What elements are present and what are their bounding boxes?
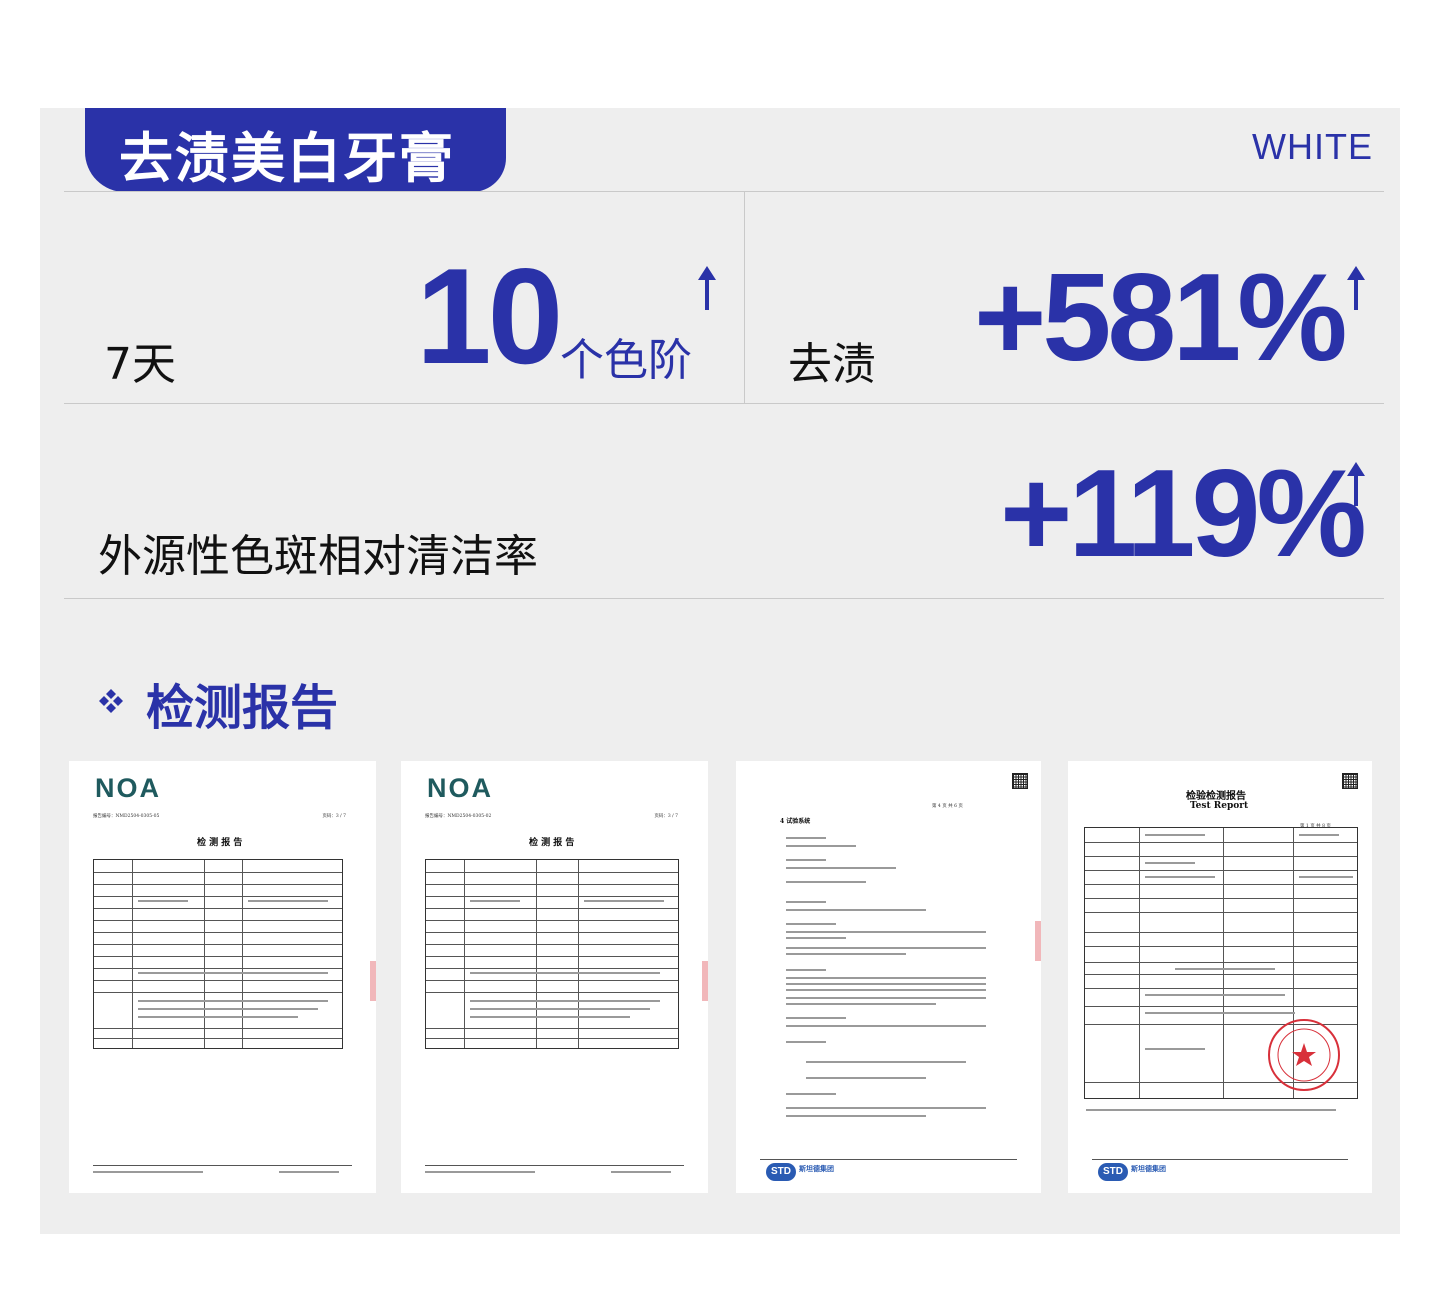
title-tab: 去渍美白牙膏 <box>85 108 506 192</box>
reports-title: 检测报告 <box>146 680 339 736</box>
report-heading: 检 测 报 告 <box>197 838 243 848</box>
org-logo: STD 斯坦德集团 <box>1098 1163 1166 1181</box>
stat-label-days: 7天 <box>104 339 176 390</box>
report-number: 报告编号：NMD2504-0305-05 <box>93 814 160 819</box>
qr-code-icon <box>1012 773 1028 789</box>
red-seal-icon <box>702 961 708 1001</box>
std-badge: STD <box>1098 1163 1128 1181</box>
org-name: 斯坦德集团 <box>1131 1165 1166 1173</box>
seal-star-icon <box>1277 1028 1331 1082</box>
product-title: 去渍美白牙膏 <box>119 127 455 190</box>
report-footer-text <box>93 1171 203 1173</box>
report-table <box>425 859 679 1049</box>
org-name: 斯坦德集团 <box>799 1165 834 1173</box>
report-page: 页码：3 / 7 <box>654 814 678 819</box>
report-subheading: Test Report <box>1190 801 1249 811</box>
report-heading: 检验检测报告 <box>1186 791 1246 802</box>
qr-code-icon <box>1342 773 1358 789</box>
report-footer-rule <box>760 1159 1017 1160</box>
stat-label-stain: 去渍 <box>788 339 876 390</box>
red-seal-icon <box>1035 921 1041 961</box>
red-seal-icon <box>370 961 376 1001</box>
report-logo: NOA <box>427 773 493 803</box>
report-table <box>93 859 343 1049</box>
report-number: 报告编号：NMD2504-0305-02 <box>425 814 492 819</box>
divider-vertical <box>744 192 745 403</box>
red-seal-icon <box>1268 1019 1340 1091</box>
report-image-1[interactable]: NOA 页码：3 / 7 报告编号：NMD2504-0305-05 检 测 报 … <box>69 761 376 1193</box>
report-footer-rule <box>93 1165 352 1166</box>
std-badge: STD <box>766 1163 796 1181</box>
brand-word: WHITE <box>1252 126 1373 167</box>
report-image-4[interactable]: 检验检测报告 Test Report 第 1 页 共 8 页 STD 斯坦德集团 <box>1068 761 1372 1193</box>
up-arrow-icon <box>1347 266 1365 310</box>
report-footer-text <box>611 1171 671 1173</box>
stat-value-stain: +581% <box>974 249 1348 387</box>
stat-unit-shades: 个色阶 <box>560 335 692 386</box>
report-footer-text <box>425 1171 535 1173</box>
report-heading: 4 试验系统 <box>780 818 811 825</box>
report-footer-rule <box>425 1165 684 1166</box>
up-arrow-icon <box>698 266 716 310</box>
divider-top <box>64 191 1384 192</box>
report-image-2[interactable]: NOA 页码：3 / 7 报告编号：NMD2504-0305-02 检 测 报 … <box>401 761 708 1193</box>
org-logo: STD 斯坦德集团 <box>766 1163 834 1181</box>
signature-line <box>1086 1109 1336 1111</box>
divider-middle <box>64 403 1384 404</box>
divider-bottom <box>64 598 1384 599</box>
report-logo: NOA <box>95 773 161 803</box>
up-arrow-icon <box>1347 462 1365 506</box>
stat-label-clean-rate: 外源性色斑相对清洁率 <box>98 531 538 582</box>
report-page: 页码：3 / 7 <box>322 814 346 819</box>
report-heading: 检 测 报 告 <box>529 838 575 848</box>
report-page: 第 4 页 共 6 页 <box>932 804 963 809</box>
stat-value-clean-rate: +119% <box>1000 445 1367 583</box>
report-image-3[interactable]: 第 4 页 共 6 页 4 试验系统 STD 斯坦德集团 <box>736 761 1041 1193</box>
content-panel: 去渍美白牙膏 WHITE 7天 10 个色阶 去渍 +581% 外源性色斑相对清… <box>40 108 1400 1234</box>
diamond-cluster-icon <box>99 689 123 713</box>
report-footer-text <box>279 1171 339 1173</box>
report-footer-rule <box>1092 1159 1348 1160</box>
stat-value-shades: 10 <box>416 240 563 392</box>
